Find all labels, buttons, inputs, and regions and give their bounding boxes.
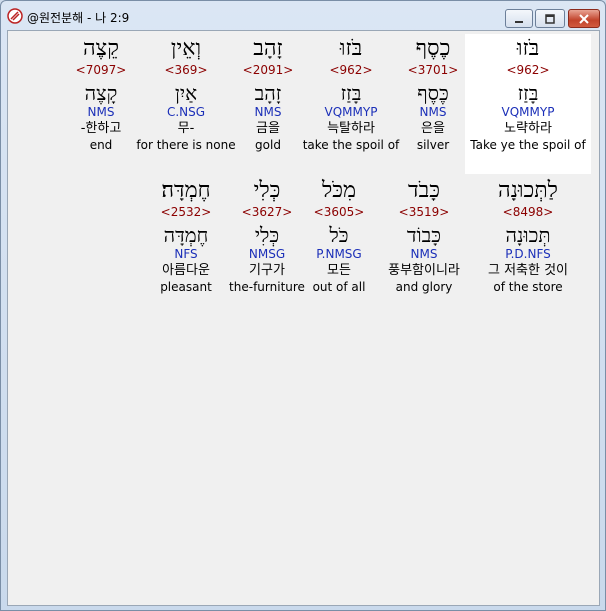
hebrew-word: כָּבֹד <box>408 178 440 203</box>
hebrew-word: לַתְּכוּנָה <box>498 178 558 203</box>
lemma: כֶּסֶף <box>417 81 449 105</box>
word-cell[interactable]: בֹּזוּ <962> בָּזַז VQMMYP 늑탈하라 take the… <box>300 37 402 153</box>
lemma: בָּזַז <box>340 81 362 105</box>
english-gloss: of the store <box>493 280 563 294</box>
korean-gloss: 노략하라 <box>504 121 552 136</box>
lemma: כֹּל <box>329 223 349 247</box>
hebrew-word: מִכֹּל <box>321 178 357 203</box>
word-cell[interactable]: כֶסֶף <3701> כֶּסֶף NMS 은을 silver <box>398 37 468 153</box>
analysis-panel: בֹּזוּ <962> בָּזַז VQMMYP 노략하라 Take ye … <box>7 30 600 606</box>
hebrew-word: בֹּזוּ <box>339 36 363 61</box>
hebrew-word: בֹּזוּ <box>516 36 540 61</box>
window-title: @원전분해 - 나 2:9 <box>27 11 130 25</box>
strong-number: <369> <box>164 63 208 77</box>
hebrew-word: זָהָב <box>253 36 283 61</box>
korean-gloss: 금을 <box>256 121 280 136</box>
lemma: אַיִן <box>174 81 198 105</box>
morphology: NMS <box>410 247 438 261</box>
morphology: P.NMSG <box>316 247 362 261</box>
lemma: בָּזַז <box>517 81 539 105</box>
korean-gloss: 무- <box>177 121 195 136</box>
strong-number: <2532> <box>160 205 212 219</box>
hebrew-word: וְאֵין <box>170 36 202 61</box>
hebrew-word: כְּלִי <box>253 178 281 203</box>
english-gloss: the-furniture <box>229 280 305 294</box>
korean-gloss: 모든 <box>327 263 351 278</box>
strong-number: <3627> <box>241 205 293 219</box>
korean-gloss: 은을 <box>421 121 445 136</box>
morphology: NMS <box>419 105 447 119</box>
morphology: NMSG <box>248 247 286 261</box>
word-cell[interactable]: בֹּזוּ <962> בָּזַז VQMMYP 노략하라 Take ye … <box>465 37 591 153</box>
lemma: כָּבוֹד <box>406 223 442 247</box>
morphology: NMS <box>254 105 282 119</box>
morphology: VQMMYP <box>324 105 378 119</box>
strong-number: <3519> <box>398 205 450 219</box>
maximize-icon <box>545 13 555 24</box>
korean-gloss: 기구가 <box>249 263 285 278</box>
lemma: קָצֶה <box>84 81 118 105</box>
english-gloss: gold <box>255 138 281 152</box>
app-window: @원전분해 - 나 2:9 בֹּזוּ <962> בָּזַז VQMMYP… <box>0 0 606 611</box>
english-gloss: end <box>89 138 113 152</box>
korean-gloss: 풍부함이니라 <box>388 263 460 278</box>
lemma: זָהָב <box>254 81 282 105</box>
title-bar[interactable]: @원전분해 - 나 2:9 <box>1 1 605 31</box>
morphology: VQMMYP <box>501 105 555 119</box>
word-cell[interactable]: וְאֵין <369> אַיִן C.NSG 무- for there is… <box>136 37 236 153</box>
korean-gloss: 그 저축한 것이 <box>487 263 569 278</box>
strong-number: <8498> <box>502 205 554 219</box>
morphology: P.D.NFS <box>505 247 551 261</box>
morphology: NFS <box>174 247 198 261</box>
close-button[interactable] <box>568 9 600 28</box>
english-gloss: pleasant <box>160 280 212 294</box>
english-gloss: for there is none <box>136 138 236 152</box>
english-gloss: out of all <box>312 280 366 294</box>
minimize-button[interactable] <box>505 9 533 28</box>
minimize-icon <box>515 20 523 23</box>
morphology: NMS <box>87 105 115 119</box>
word-cell[interactable]: כְּלִי <3627> כְּלִי NMSG 기구가 the-furnit… <box>228 179 306 295</box>
lemma: כְּלִי <box>254 223 280 247</box>
english-gloss: silver <box>416 138 450 152</box>
word-cell[interactable]: זָהָב <2091> זָהָב NMS 금을 gold <box>236 37 300 153</box>
word-cell[interactable]: לַתְּכוּנָה <8498> תְּכוּנָה P.D.NFS 그 저… <box>468 179 588 295</box>
app-logo-icon <box>7 8 23 24</box>
hebrew-word: קֵצֶה <box>83 36 119 61</box>
strong-number: <2091> <box>242 63 294 77</box>
strong-number: <962> <box>506 63 550 77</box>
hebrew-word: כֶסֶף <box>415 36 451 61</box>
word-cell[interactable]: קֵצֶה <7097> קָצֶה NMS -한하고 end <box>68 37 134 153</box>
word-cell[interactable]: כָּבֹד <3519> כָּבוֹד NMS 풍부함이니라 and glo… <box>374 179 474 295</box>
strong-number: <3605> <box>313 205 365 219</box>
lemma: חֶמְדָּה <box>163 223 209 247</box>
hebrew-word: חֶמְדָּה׃ <box>161 178 211 203</box>
korean-gloss: -한하고 <box>80 121 122 136</box>
english-gloss: take the spoil of <box>302 138 400 152</box>
close-icon <box>579 13 589 24</box>
strong-number: <3701> <box>407 63 459 77</box>
strong-number: <7097> <box>75 63 127 77</box>
lemma: תְּכוּנָה <box>505 223 551 247</box>
maximize-button[interactable] <box>535 9 565 28</box>
korean-gloss: 아름다운 <box>162 263 210 278</box>
word-cell[interactable]: מִכֹּל <3605> כֹּל P.NMSG 모든 out of all <box>304 179 374 295</box>
word-cell[interactable]: חֶמְדָּה׃ <2532> חֶמְדָּה NFS 아름다운 pleas… <box>148 179 224 295</box>
english-gloss: Take ye the spoil of <box>470 138 586 152</box>
english-gloss: and glory <box>395 280 453 294</box>
strong-number: <962> <box>329 63 373 77</box>
korean-gloss: 늑탈하라 <box>327 121 375 136</box>
morphology: C.NSG <box>166 105 206 119</box>
